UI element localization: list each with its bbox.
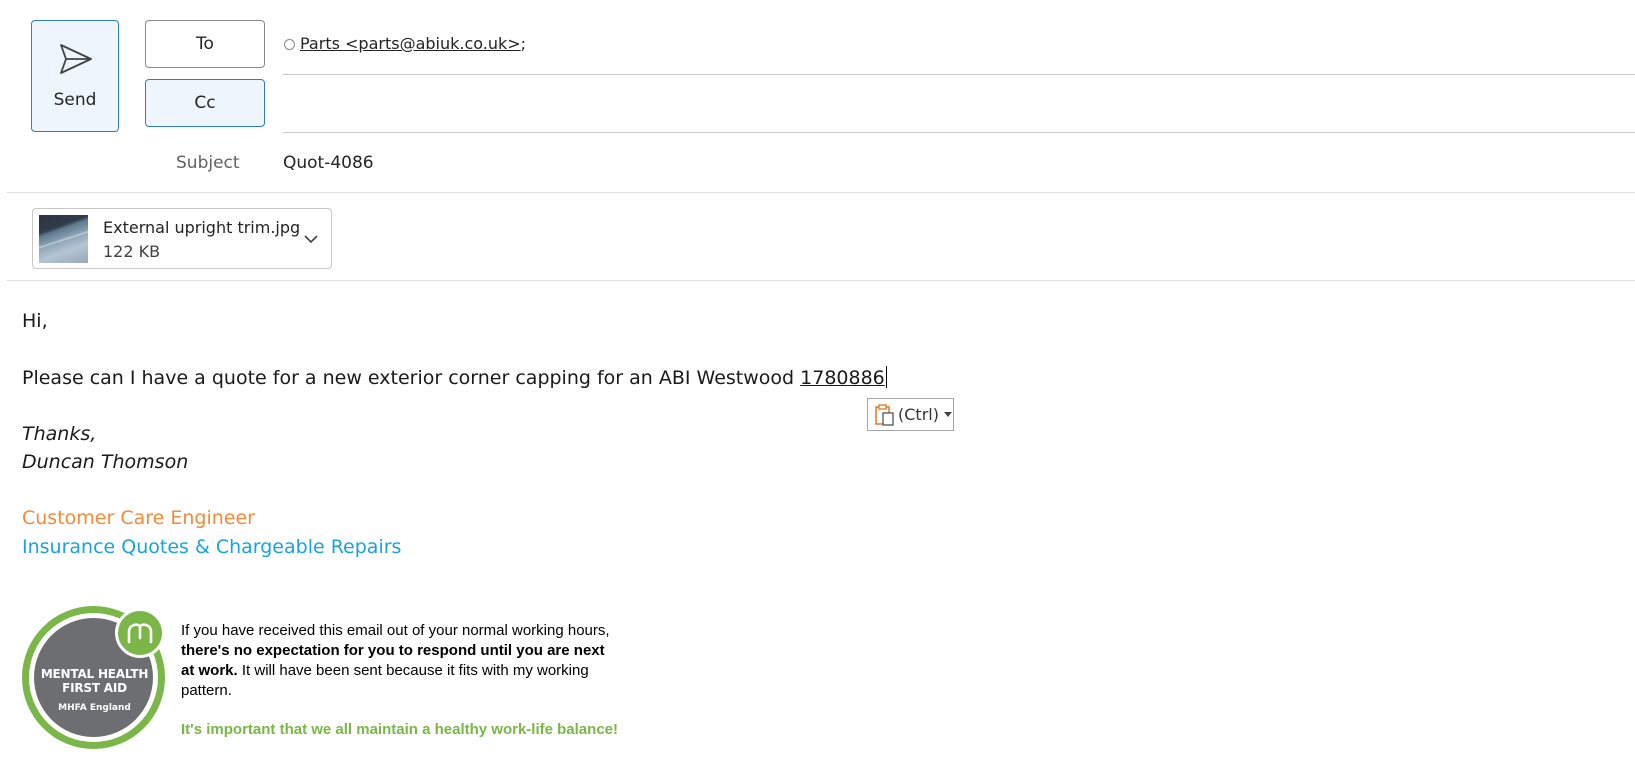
body-reference-number: 1780886 — [800, 367, 885, 389]
signer-name: Duncan Thomson — [22, 451, 189, 473]
attachment-card[interactable]: External upright trim.jpg 122 KB — [32, 208, 332, 269]
dropdown-arrow-icon — [943, 412, 952, 417]
cc-field[interactable] — [283, 80, 1635, 130]
send-icon — [60, 44, 92, 74]
attachment-divider — [6, 280, 1635, 281]
balance-note: It's important that we all maintain a he… — [181, 721, 618, 738]
body-greeting: Hi, — [22, 310, 48, 332]
cc-field-underline — [283, 132, 1635, 133]
body-sign-off: Thanks, — [22, 423, 97, 445]
cc-button[interactable]: Cc — [145, 79, 265, 127]
subject-input[interactable]: Quot-4086 — [283, 153, 374, 173]
signer-role: Customer Care Engineer — [22, 507, 255, 529]
chevron-down-icon[interactable] — [303, 231, 319, 247]
to-button[interactable]: To — [145, 20, 265, 68]
body-request: Please can I have a quote for a new exte… — [22, 366, 887, 389]
recipient-separator: ; — [520, 34, 527, 53]
logo-text-line3: MHFA England — [58, 703, 131, 713]
mhfa-badge-icon — [115, 608, 165, 658]
logo-text-line1: MENTAL HEALTH — [40, 667, 149, 681]
recipient-chip[interactable]: Parts <parts@abiuk.co.uk> — [300, 34, 521, 53]
attachment-filename: External upright trim.jpg — [103, 218, 301, 237]
send-label: Send — [53, 90, 97, 110]
logo-text-line2: FIRST AID — [62, 681, 127, 695]
to-field[interactable]: Parts <parts@abiuk.co.uk> ; — [284, 34, 526, 53]
attachment-thumbnail — [39, 215, 88, 263]
attachment-size: 122 KB — [103, 242, 161, 261]
signer-department: Insurance Quotes & Chargeable Repairs — [22, 536, 402, 558]
text-cursor — [885, 366, 887, 388]
paste-options-label: (Ctrl) — [898, 405, 939, 424]
to-field-underline — [283, 74, 1635, 75]
send-button[interactable]: Send — [31, 20, 119, 132]
header-divider — [6, 192, 1635, 193]
disclaimer-text-2: It will have been sent because it fits w… — [181, 662, 589, 699]
presence-status-icon — [284, 38, 295, 50]
body-request-text: Please can I have a quote for a new exte… — [22, 367, 801, 389]
subject-label: Subject — [176, 153, 240, 173]
clipboard-icon — [875, 403, 894, 426]
mhfa-logo: MENTAL HEALTH FIRST AID MHFA England — [22, 606, 167, 751]
paste-options-button[interactable]: (Ctrl) — [867, 398, 954, 431]
disclaimer-text-1: If you have received this email out of y… — [181, 622, 610, 639]
signature-disclaimer: If you have received this email out of y… — [181, 621, 611, 701]
